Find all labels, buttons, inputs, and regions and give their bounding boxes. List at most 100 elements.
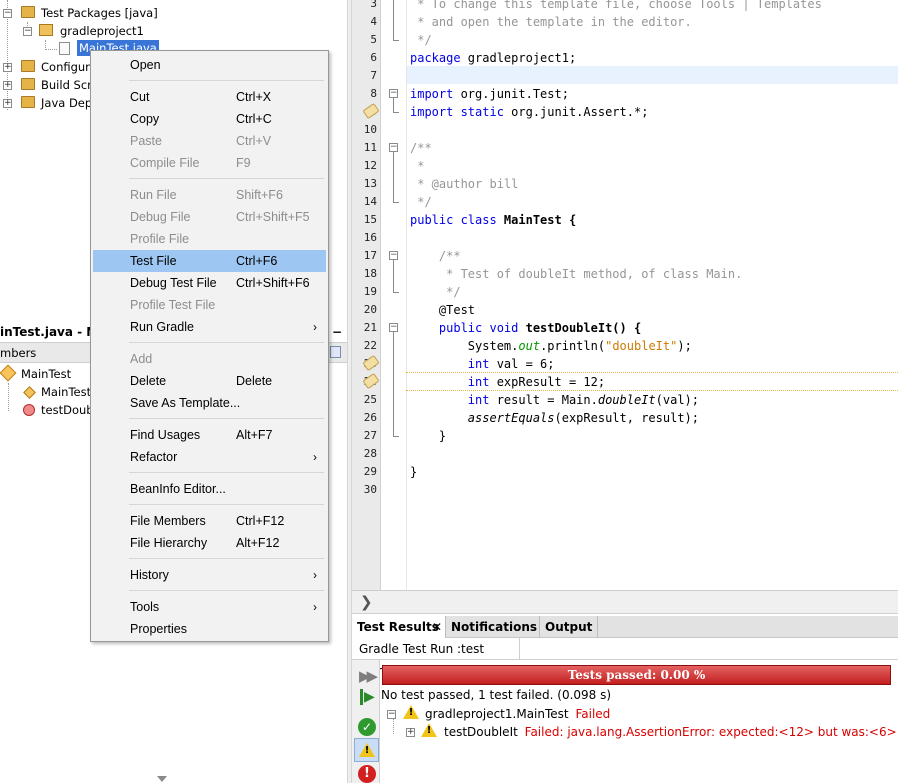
- tab-output[interactable]: Output: [540, 616, 598, 638]
- code-line: */: [410, 33, 432, 47]
- line-number: 12: [363, 159, 377, 172]
- line-number: 21: [363, 321, 377, 334]
- code-line: */: [410, 195, 432, 209]
- test-name: testDoubleIt: [444, 725, 518, 739]
- line-number: 17: [363, 249, 377, 262]
- menu-item-paste[interactable]: Paste Ctrl+V: [93, 130, 326, 152]
- line-number: 8: [370, 87, 377, 100]
- menu-item-refactor[interactable]: Refactor ›: [93, 446, 326, 468]
- menu-item-label: Tools: [130, 600, 160, 614]
- navigator-constructor-item[interactable]: MainTest(: [41, 383, 96, 401]
- tab-gradle-test-run[interactable]: Gradle Test Run :test started ✕: [352, 638, 520, 678]
- menu-item-profile-test-file[interactable]: Profile Test File: [93, 294, 326, 316]
- rerun-icon[interactable]: ▶▶: [359, 667, 378, 685]
- menu-item-run-file[interactable]: Run File Shift+F6: [93, 184, 326, 206]
- menu-item-label: Debug File: [130, 210, 191, 224]
- menu-item-debug-file[interactable]: Debug File Ctrl+Shift+F5: [93, 206, 326, 228]
- menu-item-shortcut: Alt+F12: [236, 536, 280, 550]
- menu-item-label: Delete: [130, 374, 167, 388]
- collapse-toggle[interactable]: −: [387, 710, 396, 719]
- show-passed-icon[interactable]: ✓: [358, 718, 376, 736]
- navigator-class-item[interactable]: MainTest: [21, 365, 71, 383]
- tree-item-configuration[interactable]: Configura: [41, 58, 97, 76]
- menu-item-label: Properties: [130, 622, 187, 636]
- menu-item-shortcut: Alt+F7: [236, 428, 273, 442]
- menu-item-run-gradle[interactable]: Run Gradle ›: [93, 316, 326, 338]
- constructor-icon: [23, 386, 36, 399]
- output-tabs: Test Results ✕ Notifications Output: [352, 616, 898, 638]
- fold-guide: [393, 152, 394, 202]
- menu-item-save-as-template[interactable]: Save As Template...: [93, 392, 326, 414]
- menu-item-find-usages[interactable]: Find Usages Alt+F7: [93, 424, 326, 446]
- tab-label: Output: [545, 620, 593, 634]
- line-number: 27: [363, 429, 377, 442]
- menu-item-shortcut: Ctrl+Shift+F6: [236, 276, 310, 290]
- menu-item-label: Debug Test File: [130, 276, 217, 290]
- menu-item-file-hierarchy[interactable]: File Hierarchy Alt+F12: [93, 532, 326, 554]
- java-test-file-icon: [59, 42, 70, 55]
- filter-icon[interactable]: [330, 346, 341, 358]
- test-suite-row[interactable]: gradleproject1.MainTest Failed: [425, 707, 610, 721]
- line-number: 29: [363, 465, 377, 478]
- chevron-right-icon[interactable]: ❯: [360, 593, 373, 611]
- tree-item-package[interactable]: gradleproject1: [60, 22, 144, 40]
- line-number: 20: [363, 303, 377, 316]
- fold-toggle[interactable]: −: [389, 143, 398, 152]
- expand-toggle[interactable]: +: [406, 728, 415, 737]
- menu-item-test-file[interactable]: Test File Ctrl+F6: [93, 250, 326, 272]
- line-number: 13: [363, 177, 377, 190]
- menu-item-open[interactable]: Open: [93, 54, 326, 76]
- code-line: * Test of doubleIt method, of class Main…: [410, 267, 743, 281]
- menu-item-label: File Hierarchy: [130, 536, 208, 550]
- menu-item-debug-test-file[interactable]: Debug Test File Ctrl+Shift+F6: [93, 272, 326, 294]
- tab-test-results[interactable]: Test Results ✕: [352, 616, 446, 638]
- line-number: 11: [363, 141, 377, 154]
- rerun-failed-icon[interactable]: ▶: [360, 689, 375, 705]
- menu-item-tools[interactable]: Tools ›: [93, 596, 326, 618]
- close-icon[interactable]: ✕: [432, 616, 442, 638]
- expand-toggle[interactable]: −: [23, 27, 32, 36]
- tab-notifications[interactable]: Notifications: [446, 616, 540, 638]
- minimize-icon[interactable]: −: [332, 321, 342, 343]
- warning-mark: !: [426, 725, 432, 736]
- menu-item-properties[interactable]: Properties: [93, 618, 326, 640]
- menu-separator: [129, 178, 324, 179]
- tree-item-test-packages[interactable]: Test Packages [java]: [41, 4, 158, 22]
- menu-item-shortcut: Ctrl+C: [236, 112, 272, 126]
- fold-guide: [393, 332, 394, 436]
- menu-item-shortcut: Ctrl+Shift+F5: [236, 210, 310, 224]
- menu-item-profile-file[interactable]: Profile File: [93, 228, 326, 250]
- code-line: *: [410, 159, 425, 173]
- fold-toggle[interactable]: −: [389, 323, 398, 332]
- line-number: 3: [370, 0, 377, 10]
- fold-guide: [393, 260, 394, 292]
- menu-item-label: Compile File: [130, 156, 200, 170]
- menu-item-label: Profile Test File: [130, 298, 216, 312]
- menu-item-file-members[interactable]: File Members Ctrl+F12: [93, 510, 326, 532]
- menu-item-history[interactable]: History ›: [93, 564, 326, 586]
- menu-item-add[interactable]: Add: [93, 348, 326, 370]
- menu-item-delete[interactable]: Delete Delete: [93, 370, 326, 392]
- menu-separator: [129, 504, 324, 505]
- submenu-arrow-icon: ›: [313, 320, 317, 334]
- expand-toggle[interactable]: +: [3, 99, 12, 108]
- fold-end: [393, 112, 399, 113]
- expand-toggle[interactable]: +: [3, 63, 12, 72]
- build-scripts-folder-icon: [21, 78, 35, 90]
- fold-toggle[interactable]: −: [389, 89, 398, 98]
- menu-item-cut[interactable]: Cut Ctrl+X: [93, 86, 326, 108]
- menu-item-label: Paste: [130, 134, 162, 148]
- line-number: 14: [363, 195, 377, 208]
- resize-handle-icon[interactable]: [157, 776, 167, 782]
- show-errors-icon[interactable]: !: [358, 765, 376, 783]
- expand-toggle[interactable]: −: [3, 9, 12, 18]
- expand-toggle[interactable]: +: [3, 81, 12, 90]
- menu-item-copy[interactable]: Copy Ctrl+C: [93, 108, 326, 130]
- fold-toggle[interactable]: −: [389, 251, 398, 260]
- progress-label: Tests passed: 0.00 %: [567, 668, 706, 682]
- menu-item-beaninfo-editor[interactable]: BeanInfo Editor...: [93, 478, 326, 500]
- test-case-row[interactable]: testDoubleIt Failed: java.lang.Assertion…: [444, 725, 897, 739]
- submenu-arrow-icon: ›: [313, 568, 317, 582]
- menu-item-compile-file[interactable]: Compile File F9: [93, 152, 326, 174]
- menu-item-label: Profile File: [130, 232, 190, 246]
